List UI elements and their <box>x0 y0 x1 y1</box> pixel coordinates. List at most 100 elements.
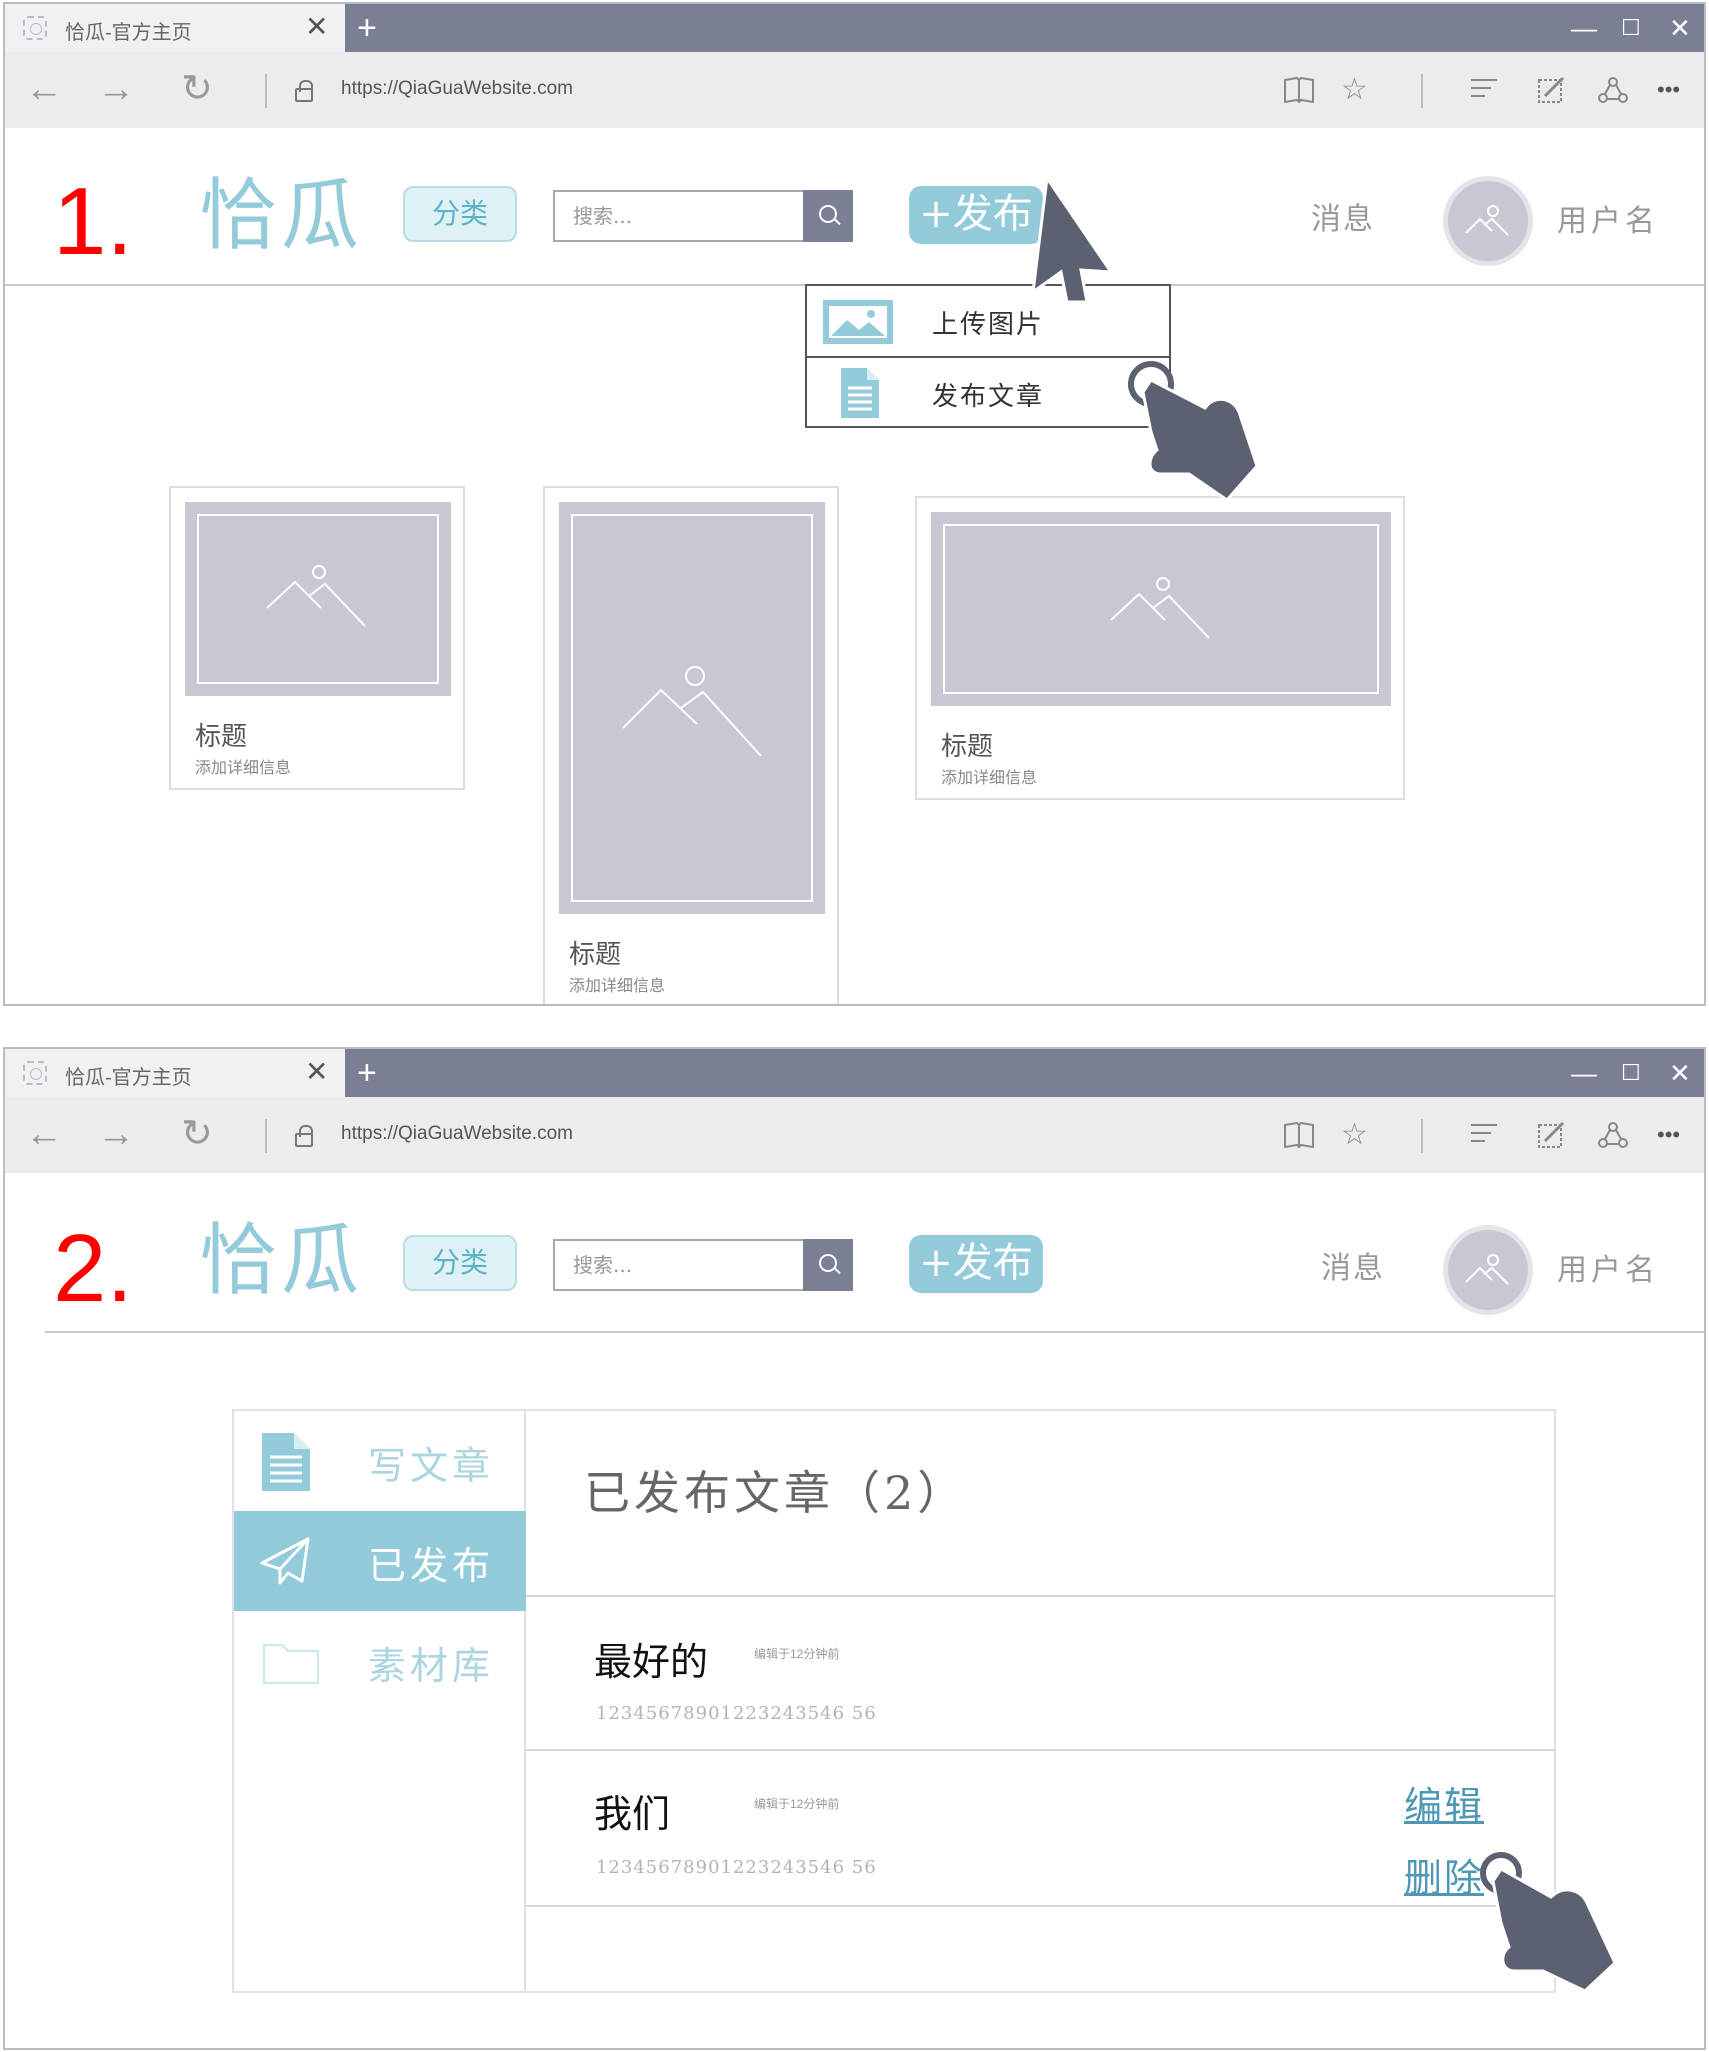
browser-window-step-1: 恰瓜-官方主页 ✕ + — ☐ ✕ ← → ↻ https://QiaGuaWe… <box>3 2 1706 1006</box>
url-field[interactable]: https://QiaGuaWebsite.com <box>341 78 573 100</box>
article-excerpt: 12345678901223243546 56 <box>596 1857 877 1878</box>
search-icon[interactable] <box>803 1239 853 1291</box>
tap-hand-icon <box>1128 361 1259 502</box>
site-logo[interactable]: 恰瓜 <box>199 1211 363 1311</box>
browser-tab[interactable]: 恰瓜-官方主页 ✕ <box>5 4 345 52</box>
site-logo[interactable]: 恰瓜 <box>199 166 363 266</box>
step-number: 2. <box>53 1215 134 1322</box>
sidebar-item-material-library[interactable]: 素材库 <box>234 1611 526 1711</box>
back-button[interactable]: ← <box>25 1111 63 1157</box>
category-button[interactable]: 分类 <box>403 1235 517 1291</box>
minimize-button[interactable]: — <box>1571 1053 1597 1093</box>
card-image-placeholder <box>185 502 451 696</box>
address-bar: ← → ↻ https://QiaGuaWebsite.com ☆ ••• <box>5 1097 1704 1173</box>
article-edit-time: 编辑于12分钟前 <box>754 1647 840 1661</box>
step-number: 1. <box>53 168 134 275</box>
messages-link[interactable]: 消息 <box>1311 194 1375 238</box>
hub-icon[interactable] <box>1469 1113 1499 1162</box>
sidebar-item-published[interactable]: 已发布 <box>234 1511 526 1611</box>
image-placeholder-icon <box>622 666 762 757</box>
close-window-button[interactable]: ✕ <box>1669 1053 1691 1093</box>
page-title: 已发布文章（2） <box>584 1466 968 1520</box>
username-link[interactable]: 用户名 <box>1557 1245 1659 1289</box>
tab-close-icon[interactable]: ✕ <box>305 1057 328 1087</box>
article-manager-panel: 写文章 已发布 素材库 已发布文章（2） 最好的 编辑于12分钟前 123456… <box>232 1409 1556 1993</box>
article-title[interactable]: 我们 <box>594 1783 670 1838</box>
messages-link[interactable]: 消息 <box>1321 1243 1385 1287</box>
address-bar: ← → ↻ https://QiaGuaWebsite.com ☆ ••• <box>5 52 1704 128</box>
separator <box>1421 1119 1423 1153</box>
user-avatar-icon <box>1465 205 1509 236</box>
tap-hand-icon <box>1480 1852 1617 1993</box>
separator <box>265 74 267 108</box>
sidebar-item-label: 写文章 <box>368 1444 495 1488</box>
more-menu-icon[interactable]: ••• <box>1657 1113 1680 1157</box>
article-row[interactable]: 我们 编辑于12分钟前 12345678901223243546 56 编辑 删… <box>526 1749 1556 1907</box>
menu-item-publish-article[interactable]: 发布文章 <box>807 356 1169 426</box>
web-note-icon[interactable] <box>1535 1113 1567 1164</box>
card-description: 添加详细信息 <box>569 978 666 995</box>
header-divider <box>45 1331 1704 1333</box>
tab-title: 恰瓜-官方主页 <box>65 22 192 44</box>
username-link[interactable]: 用户名 <box>1557 196 1659 240</box>
share-icon[interactable] <box>1597 1113 1629 1164</box>
site-header: 1. 恰瓜 分类 搜索... +发布 消息 用户名 <box>5 128 1704 284</box>
reading-view-icon[interactable] <box>1283 68 1315 119</box>
new-tab-button[interactable]: + <box>357 1053 377 1093</box>
search-input[interactable]: 搜索... <box>553 190 803 242</box>
content-card[interactable]: 标题 添加详细信息 <box>169 486 465 790</box>
separator <box>1421 74 1423 108</box>
web-note-icon[interactable] <box>1535 68 1567 119</box>
url-field[interactable]: https://QiaGuaWebsite.com <box>341 1123 573 1145</box>
favorite-star-icon[interactable]: ☆ <box>1341 1113 1368 1157</box>
search-icon[interactable] <box>803 190 853 242</box>
forward-button[interactable]: → <box>97 66 135 112</box>
article-title[interactable]: 最好的 <box>594 1631 708 1686</box>
avatar[interactable] <box>1443 1225 1533 1315</box>
share-icon[interactable] <box>1597 68 1629 119</box>
reading-view-icon[interactable] <box>1283 1113 1315 1164</box>
card-image-placeholder <box>559 502 825 914</box>
maximize-button[interactable]: ☐ <box>1621 1053 1641 1093</box>
card-title: 标题 <box>569 940 622 970</box>
site-header: 2. 恰瓜 分类 搜索... +发布 消息 用户名 <box>5 1173 1704 1329</box>
folder-icon <box>263 1644 319 1684</box>
article-edit-time: 编辑于12分钟前 <box>754 1797 840 1811</box>
avatar[interactable] <box>1443 176 1533 266</box>
favorite-star-icon[interactable]: ☆ <box>1341 68 1368 112</box>
publish-button[interactable]: +发布 <box>909 186 1043 244</box>
browser-window-step-2: 恰瓜-官方主页 ✕ + — ☐ ✕ ← → ↻ https://QiaGuaWe… <box>3 1047 1706 2050</box>
refresh-button[interactable]: ↻ <box>181 66 213 112</box>
card-title: 标题 <box>195 722 248 752</box>
sidebar-item-write-article[interactable]: 写文章 <box>234 1411 526 1511</box>
sidebar-item-label: 素材库 <box>368 1644 495 1688</box>
maximize-button[interactable]: ☐ <box>1621 8 1641 48</box>
content-card[interactable]: 标题 添加详细信息 <box>543 486 839 1004</box>
sidebar-item-label: 已发布 <box>368 1544 495 1588</box>
tab-bar: 恰瓜-官方主页 ✕ + — ☐ ✕ <box>5 1049 1704 1097</box>
minimize-button[interactable]: — <box>1571 8 1597 48</box>
browser-tab[interactable]: 恰瓜-官方主页 ✕ <box>5 1049 345 1097</box>
close-window-button[interactable]: ✕ <box>1669 8 1691 48</box>
tab-close-icon[interactable]: ✕ <box>305 12 328 42</box>
hub-icon[interactable] <box>1469 68 1499 117</box>
search-input[interactable]: 搜索... <box>553 1239 803 1291</box>
card-description: 添加详细信息 <box>195 760 292 777</box>
image-placeholder-icon <box>1110 577 1210 639</box>
back-button[interactable]: ← <box>25 66 63 112</box>
category-button[interactable]: 分类 <box>403 186 517 242</box>
new-tab-button[interactable]: + <box>357 8 377 48</box>
user-avatar-icon <box>1465 1254 1509 1285</box>
edit-link[interactable]: 编辑 <box>1404 1775 1484 1830</box>
content-card[interactable]: 标题 添加详细信息 <box>915 496 1405 800</box>
separator <box>265 1119 267 1153</box>
card-title: 标题 <box>941 732 994 762</box>
menu-item-label: 发布文章 <box>931 382 1044 412</box>
article-row[interactable]: 最好的 编辑于12分钟前 12345678901223243546 56 <box>526 1595 1556 1749</box>
paper-plane-icon <box>260 1537 310 1585</box>
more-menu-icon[interactable]: ••• <box>1657 68 1680 112</box>
mouse-pointer-icon <box>1031 174 1114 304</box>
refresh-button[interactable]: ↻ <box>181 1111 213 1157</box>
publish-button[interactable]: +发布 <box>909 1235 1043 1293</box>
forward-button[interactable]: → <box>97 1111 135 1157</box>
